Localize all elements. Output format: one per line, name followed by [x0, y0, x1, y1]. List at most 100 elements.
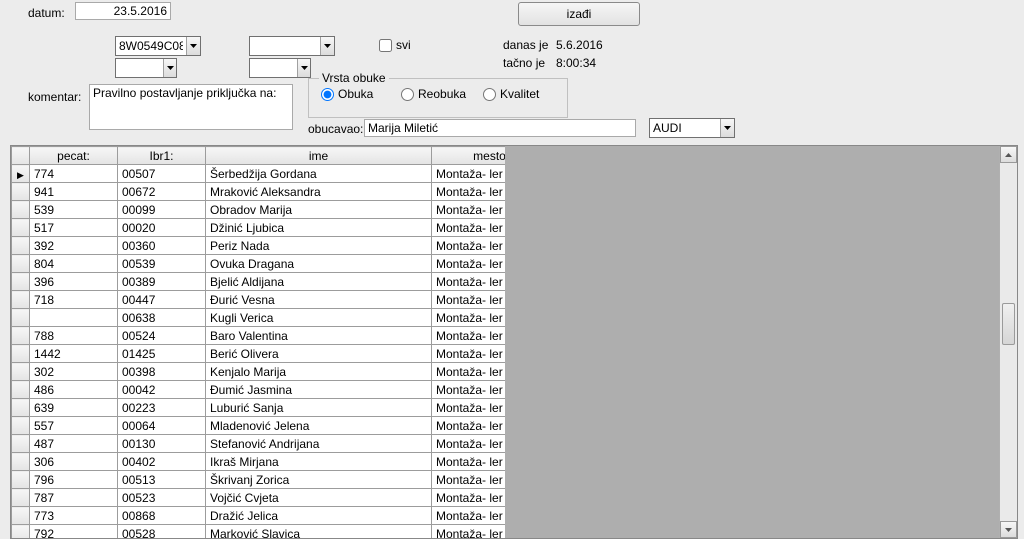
- cell-mesto[interactable]: Montaža- ler: [432, 381, 506, 399]
- cell-pecat[interactable]: 557: [30, 417, 118, 435]
- table-row[interactable]: 79600513Škrivanj ZoricaMontaža- ler: [12, 471, 506, 489]
- cell-ibr[interactable]: 00020: [118, 219, 206, 237]
- cell-mesto[interactable]: Montaža- ler: [432, 183, 506, 201]
- cell-ime[interactable]: Ikraš Mirjana: [206, 453, 432, 471]
- cell-ime[interactable]: Kugli Verica: [206, 309, 432, 327]
- combo-2-input[interactable]: [250, 37, 320, 55]
- cell-ibr[interactable]: 00389: [118, 273, 206, 291]
- cell-mesto[interactable]: Montaža- ler: [432, 165, 506, 183]
- cell-pecat[interactable]: 718: [30, 291, 118, 309]
- komentar-textarea[interactable]: [89, 84, 293, 130]
- cell-pecat[interactable]: 639: [30, 399, 118, 417]
- cell-ibr[interactable]: 01425: [118, 345, 206, 363]
- cell-pecat[interactable]: [30, 309, 118, 327]
- cell-mesto[interactable]: Montaža- ler: [432, 273, 506, 291]
- cell-ibr[interactable]: 00042: [118, 381, 206, 399]
- combo-code-input[interactable]: [116, 37, 186, 55]
- row-header[interactable]: [12, 363, 30, 381]
- row-header[interactable]: [12, 201, 30, 219]
- cell-mesto[interactable]: Montaža- ler: [432, 471, 506, 489]
- cell-pecat[interactable]: 773: [30, 507, 118, 525]
- table-row[interactable]: 144201425Berić OliveraMontaža- ler: [12, 345, 506, 363]
- cell-pecat[interactable]: 306: [30, 453, 118, 471]
- col-ime[interactable]: ime: [206, 147, 432, 165]
- cell-ime[interactable]: Baro Valentina: [206, 327, 432, 345]
- scroll-thumb[interactable]: [1002, 303, 1015, 345]
- cell-pecat[interactable]: 396: [30, 273, 118, 291]
- row-header[interactable]: [12, 489, 30, 507]
- table-row[interactable]: 48600042Đumić JasminaMontaža- ler: [12, 381, 506, 399]
- table-row[interactable]: 78700523Vojčić CvjetaMontaža- ler: [12, 489, 506, 507]
- combo-2[interactable]: [249, 36, 335, 56]
- cell-pecat[interactable]: 941: [30, 183, 118, 201]
- cell-pecat[interactable]: 302: [30, 363, 118, 381]
- row-header[interactable]: [12, 309, 30, 327]
- cell-ibr[interactable]: 00447: [118, 291, 206, 309]
- izadi-button[interactable]: izađi: [518, 2, 640, 26]
- row-header[interactable]: [12, 327, 30, 345]
- cell-ime[interactable]: Mraković Aleksandra: [206, 183, 432, 201]
- row-header[interactable]: [12, 237, 30, 255]
- chevron-down-icon[interactable]: [297, 59, 310, 77]
- cell-ibr[interactable]: 00524: [118, 327, 206, 345]
- table-row[interactable]: ▶77400507Šerbedžija GordanaMontaža- ler: [12, 165, 506, 183]
- row-header[interactable]: [12, 453, 30, 471]
- combo-3-input[interactable]: [116, 59, 163, 77]
- table-row[interactable]: 80400539Ovuka DraganaMontaža- ler: [12, 255, 506, 273]
- table-row[interactable]: 53900099Obradov MarijaMontaža- ler: [12, 201, 506, 219]
- cell-ime[interactable]: Kenjalo Marija: [206, 363, 432, 381]
- cell-ibr[interactable]: 00868: [118, 507, 206, 525]
- combo-4-input[interactable]: [250, 59, 297, 77]
- cell-pecat[interactable]: 517: [30, 219, 118, 237]
- cell-mesto[interactable]: Montaža- ler: [432, 525, 506, 539]
- chevron-down-icon[interactable]: [720, 119, 734, 137]
- cell-ime[interactable]: Šerbedžija Gordana: [206, 165, 432, 183]
- row-header[interactable]: [12, 183, 30, 201]
- cell-mesto[interactable]: Montaža- ler: [432, 309, 506, 327]
- combo-code[interactable]: [115, 36, 201, 56]
- cell-ibr[interactable]: 00398: [118, 363, 206, 381]
- col-pecat[interactable]: pecat:: [30, 147, 118, 165]
- col-ibr[interactable]: Ibr1:: [118, 147, 206, 165]
- table-row[interactable]: 71800447Đurić VesnaMontaža- ler: [12, 291, 506, 309]
- table-row[interactable]: 79200528Marković SlavicaMontaža- ler: [12, 525, 506, 539]
- table-row[interactable]: 77300868Dražić JelicaMontaža- ler: [12, 507, 506, 525]
- cell-ibr[interactable]: 00402: [118, 453, 206, 471]
- cell-ibr[interactable]: 00539: [118, 255, 206, 273]
- row-header[interactable]: [12, 255, 30, 273]
- row-header[interactable]: [12, 417, 30, 435]
- combo-3[interactable]: [115, 58, 177, 78]
- table-row[interactable]: 51700020Džinić LjubicaMontaža- ler: [12, 219, 506, 237]
- cell-mesto[interactable]: Montaža- ler: [432, 255, 506, 273]
- cell-pecat[interactable]: 486: [30, 381, 118, 399]
- cell-ime[interactable]: Berić Olivera: [206, 345, 432, 363]
- cell-ime[interactable]: Luburić Sanja: [206, 399, 432, 417]
- cell-mesto[interactable]: Montaža- ler: [432, 399, 506, 417]
- row-header[interactable]: [12, 381, 30, 399]
- row-header[interactable]: [12, 471, 30, 489]
- cell-ibr[interactable]: 00523: [118, 489, 206, 507]
- cell-ime[interactable]: Stefanović Andrijana: [206, 435, 432, 453]
- cell-mesto[interactable]: Montaža- ler: [432, 489, 506, 507]
- cell-mesto[interactable]: Montaža- ler: [432, 417, 506, 435]
- cell-mesto[interactable]: Montaža- ler: [432, 453, 506, 471]
- cell-ime[interactable]: Vojčić Cvjeta: [206, 489, 432, 507]
- cell-ibr[interactable]: 00064: [118, 417, 206, 435]
- table-row[interactable]: 39600389Bjelić AldijanaMontaža- ler: [12, 273, 506, 291]
- table-row[interactable]: 30200398Kenjalo MarijaMontaža- ler: [12, 363, 506, 381]
- cell-mesto[interactable]: Montaža- ler: [432, 345, 506, 363]
- data-grid[interactable]: pecat: Ibr1: ime mesto komentar ▶7740050…: [10, 145, 1018, 539]
- cell-pecat[interactable]: 487: [30, 435, 118, 453]
- table-row[interactable]: 30600402Ikraš MirjanaMontaža- ler: [12, 453, 506, 471]
- cell-ibr[interactable]: 00099: [118, 201, 206, 219]
- cell-mesto[interactable]: Montaža- ler: [432, 363, 506, 381]
- row-header[interactable]: [12, 435, 30, 453]
- cell-pecat[interactable]: 787: [30, 489, 118, 507]
- table-row[interactable]: 94100672Mraković AleksandraMontaža- ler: [12, 183, 506, 201]
- cell-ime[interactable]: Bjelić Aldijana: [206, 273, 432, 291]
- cell-mesto[interactable]: Montaža- ler: [432, 237, 506, 255]
- cell-ime[interactable]: Dražić Jelica: [206, 507, 432, 525]
- row-header[interactable]: [12, 345, 30, 363]
- cell-mesto[interactable]: Montaža- ler: [432, 201, 506, 219]
- scroll-down-button[interactable]: [1000, 521, 1017, 538]
